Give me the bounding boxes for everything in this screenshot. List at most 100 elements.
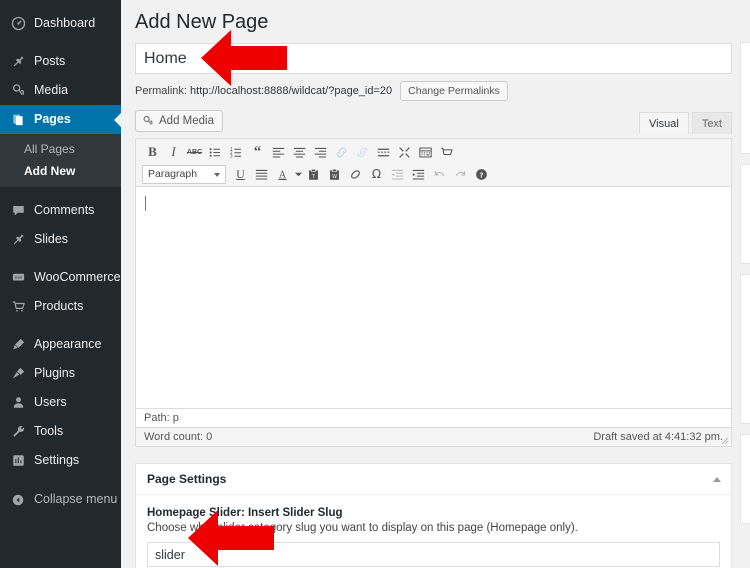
sidebar-item-label: Slides: [34, 232, 69, 247]
collapse-menu-button[interactable]: Collapse menu: [0, 485, 121, 514]
page-settings-metabox: Page Settings Homepage Slider: Insert Sl…: [135, 463, 732, 568]
cart-icon: [9, 298, 27, 316]
media-buttons-row: Add Media Visual Text: [135, 110, 732, 134]
sidebar-item-products[interactable]: Products: [0, 292, 121, 321]
redo-icon[interactable]: [450, 164, 471, 184]
sidebar-item-label: Posts: [34, 54, 66, 69]
page-title-input[interactable]: [135, 43, 732, 74]
sidebar-top-spacer: [0, 0, 121, 9]
sidebar-item-users[interactable]: Users: [0, 388, 121, 417]
svg-text:W: W: [332, 173, 337, 179]
sidebar-item-label: Comments: [34, 203, 95, 218]
numbered-list-icon[interactable]: 123: [226, 142, 247, 162]
sidebar-item-woocommerce[interactable]: woo WooCommerce: [0, 263, 121, 292]
editor-content-area[interactable]: [136, 187, 731, 408]
admin-main-content: Add New Page Permalink: http://localhost…: [121, 0, 750, 568]
dashboard-icon: [9, 15, 27, 33]
woocommerce-icon: woo: [9, 269, 27, 287]
outdent-icon[interactable]: [387, 164, 408, 184]
sidebar-item-label: Dashboard: [34, 16, 96, 31]
extra-box-stub[interactable]: [740, 434, 750, 524]
page-attributes-box-stub[interactable]: [740, 164, 750, 264]
editor-box: B I ABC 123 “ Paragraph U A T W Ω ? Path…: [135, 138, 732, 447]
text-color-icon[interactable]: A: [272, 164, 293, 184]
toggle-collapse-icon[interactable]: [713, 476, 721, 482]
shortcode-cart-icon[interactable]: [436, 142, 457, 162]
paste-as-text-icon[interactable]: T: [303, 164, 324, 184]
sidebar-item-label: WooCommerce: [34, 270, 121, 285]
sidebar-item-media[interactable]: Media: [0, 76, 121, 105]
editor-path: Path: p: [136, 409, 731, 428]
svg-text:3: 3: [230, 153, 233, 158]
editor-status-bar: Path: p Word count: 0 Draft saved at 4:4…: [136, 408, 731, 446]
sidebar-item-all-pages[interactable]: All Pages: [0, 138, 121, 160]
undo-icon[interactable]: [429, 164, 450, 184]
sidebar-item-add-new-page[interactable]: Add New: [0, 160, 121, 182]
align-right-icon[interactable]: [310, 142, 331, 162]
wordpress-admin-screen: Dashboard Posts Media Pages All Pages Ad…: [0, 0, 750, 568]
indent-icon[interactable]: [408, 164, 429, 184]
media-icon: [142, 115, 154, 127]
align-center-icon[interactable]: [289, 142, 310, 162]
sidebar-item-comments[interactable]: Comments: [0, 196, 121, 225]
sidebar-item-slides[interactable]: Slides: [0, 225, 121, 254]
slider-slug-input[interactable]: [147, 542, 720, 567]
bullet-list-icon[interactable]: [205, 142, 226, 162]
unlink-icon[interactable]: [352, 142, 373, 162]
strikethrough-icon[interactable]: ABC: [184, 142, 205, 162]
pages-submenu: All Pages Add New: [0, 134, 121, 187]
featured-image-box-stub[interactable]: [740, 274, 750, 424]
fullscreen-icon[interactable]: [394, 142, 415, 162]
format-select-value: Paragraph: [148, 168, 198, 180]
kitchen-sink-icon[interactable]: [415, 142, 436, 162]
page-title: Add New Page: [135, 11, 269, 33]
align-left-icon[interactable]: [268, 142, 289, 162]
pin-icon: [9, 53, 27, 71]
special-character-icon[interactable]: Ω: [366, 164, 387, 184]
sidebar-item-settings[interactable]: Settings: [0, 446, 121, 475]
editor-mode-tabs: Visual Text: [636, 110, 732, 134]
italic-icon[interactable]: I: [163, 142, 184, 162]
sidebar-item-pages[interactable]: Pages: [0, 105, 122, 134]
editor-word-count-row: Word count: 0 Draft saved at 4:41:32 pm.: [136, 428, 731, 446]
clear-formatting-icon[interactable]: [345, 164, 366, 184]
sidebar-item-label: Media: [34, 83, 69, 98]
tab-text[interactable]: Text: [691, 112, 732, 134]
bold-icon[interactable]: B: [142, 142, 163, 162]
draft-saved-status: Draft saved at 4:41:32 pm.: [593, 431, 723, 443]
insert-link-icon[interactable]: [331, 142, 352, 162]
sidebar-item-label: Users: [34, 395, 67, 410]
permalink-url[interactable]: http://localhost:8888/wildcat/?page_id=2…: [190, 85, 392, 97]
collapse-menu-label: Collapse menu: [34, 492, 118, 507]
help-icon[interactable]: ?: [471, 164, 492, 184]
blockquote-icon[interactable]: “: [247, 142, 268, 162]
sidebar-item-label: Appearance: [34, 337, 102, 352]
page-settings-header[interactable]: Page Settings: [136, 464, 731, 495]
text-color-dropdown-icon[interactable]: [293, 164, 303, 184]
page-settings-body: Homepage Slider: Insert Slider Slug Choo…: [136, 495, 731, 568]
word-count: Word count: 0: [144, 431, 213, 443]
read-more-icon[interactable]: [373, 142, 394, 162]
sidebar-item-plugins[interactable]: Plugins: [0, 359, 121, 388]
format-select[interactable]: Paragraph: [142, 164, 226, 184]
add-media-button[interactable]: Add Media: [135, 110, 223, 132]
underline-icon[interactable]: U: [230, 164, 251, 184]
paste-from-word-icon[interactable]: W: [324, 164, 345, 184]
sidebar-item-tools[interactable]: Tools: [0, 417, 121, 446]
sidebar-item-dashboard[interactable]: Dashboard: [0, 9, 121, 38]
sidebar-item-appearance[interactable]: Appearance: [0, 330, 121, 359]
sidebar-item-posts[interactable]: Posts: [0, 47, 121, 76]
pages-icon: [9, 111, 27, 129]
change-permalinks-button[interactable]: Change Permalinks: [400, 81, 508, 101]
tab-visual[interactable]: Visual: [639, 112, 689, 134]
page-settings-title: Page Settings: [147, 472, 227, 486]
sidebar-item-label: Products: [34, 299, 84, 314]
editor-resize-handle[interactable]: [719, 435, 729, 445]
toolbar-row-2: Paragraph U A T W Ω ?: [138, 163, 729, 185]
publish-box-stub[interactable]: [740, 42, 750, 154]
justify-icon[interactable]: [251, 164, 272, 184]
slider-slug-label: Homepage Slider: Insert Slider Slug: [147, 507, 343, 519]
permalink-row: Permalink: http://localhost:8888/wildcat…: [135, 81, 732, 101]
